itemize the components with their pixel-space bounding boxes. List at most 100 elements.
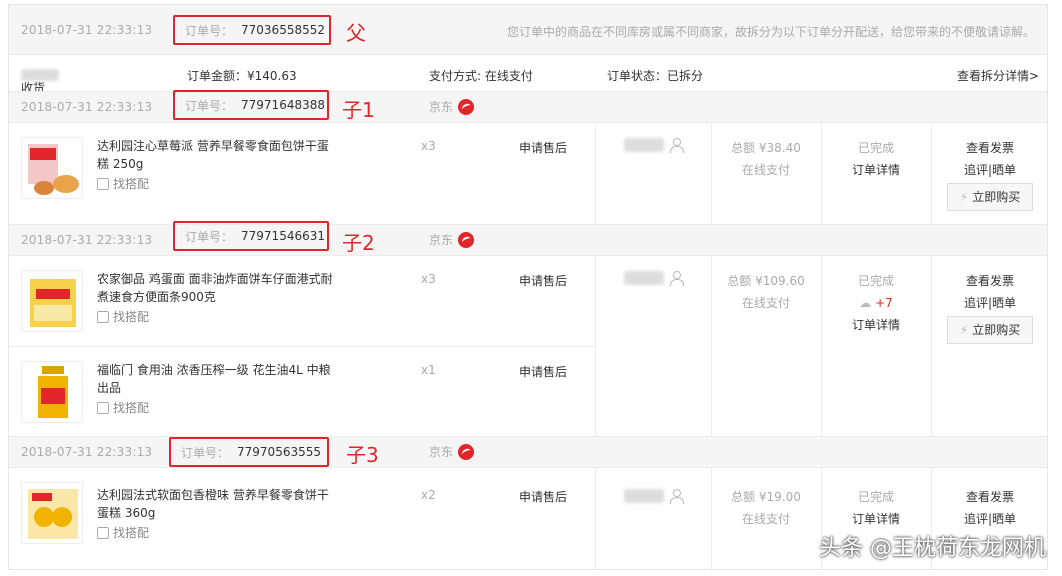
order-number[interactable]: 77970563555 — [237, 445, 321, 459]
watermark: 头条 @王枕荷东龙网机 — [819, 536, 1046, 561]
product-name[interactable]: 福临门 食用油 浓香压榨一级 花生油4L 中粮出品 — [97, 361, 337, 397]
logistics-badge[interactable]: ☁ +7 — [823, 292, 929, 314]
quantity: x2 — [421, 488, 436, 502]
divider — [711, 123, 712, 224]
order-number-label: 订单号： — [185, 98, 234, 113]
divider — [595, 468, 596, 570]
order-date: 2018-07-31 22:33:13 — [21, 23, 153, 37]
review-link[interactable]: 追评|晒单 — [933, 292, 1047, 314]
quantity: x3 — [421, 139, 436, 153]
shop-jd[interactable]: 京东 — [429, 443, 475, 460]
order-number-box: 订单号： 77036558552 — [173, 15, 331, 45]
product-name[interactable]: 达利园法式软面包香橙味 营养早餐零食饼干蛋糕 360g — [97, 486, 337, 522]
match-icon — [97, 310, 109, 323]
total-column: 总额 ¥19.00 在线支付 — [713, 486, 819, 530]
order-state: 已完成 — [857, 274, 894, 288]
split-notice: 您订单中的商品在不同库房或属不同商家，故拆分为以下订单分开配送，给您带来的不便敬… — [506, 25, 1035, 39]
parent-order-info: 收货人： 订单金额：¥140.63 支付方式: 在线支付 订单状态：已拆分 查看… — [9, 55, 1047, 112]
sub-order-header: 2018-07-31 22:33:13 订单号： 77971648388 子1 京… — [9, 90, 1047, 123]
order-number-box: 订单号： 77971546631 — [173, 221, 329, 251]
order-number[interactable]: 77036558552 — [241, 23, 325, 37]
match-icon — [97, 526, 109, 539]
order-number-box: 订单号： 77971648388 — [173, 90, 329, 120]
product-image[interactable] — [21, 361, 83, 423]
pay-method: 在线支付 — [741, 512, 790, 526]
product-name[interactable]: 农家御品 鸡蛋面 面非油炸面饼车仔面港式耐煮速食方便面条900克 — [97, 270, 337, 306]
shop-jd[interactable]: 京东 — [429, 98, 475, 115]
view-invoice-link[interactable]: 查看发票 — [933, 137, 1047, 159]
view-split-details-link[interactable]: 查看拆分详情> — [957, 67, 1039, 84]
consignee — [597, 133, 709, 155]
match-icon — [97, 401, 109, 414]
action-column: 查看发票 追评|晒单 — [933, 486, 1047, 530]
divider — [821, 256, 822, 437]
divider — [931, 123, 932, 224]
match-icon — [97, 177, 109, 190]
state-column: 已完成 ☁ +7 订单详情 — [823, 270, 929, 336]
after-sale-link[interactable]: 申请售后 — [519, 488, 567, 505]
user-icon — [670, 488, 684, 504]
order-detail-link[interactable]: 订单详情 — [823, 159, 929, 181]
order-number-label: 订单号： — [181, 445, 230, 460]
jd-logo-icon — [458, 98, 475, 115]
annotation-tag: 子3 — [346, 443, 379, 467]
order-number-label: 订单号： — [185, 23, 234, 38]
order-date: 2018-07-31 22:33:13 — [21, 233, 153, 247]
order-group: 农家御品 鸡蛋面 面非油炸面饼车仔面港式耐煮速食方便面条900克 找搭配 x3 … — [9, 256, 1047, 437]
buy-again-button[interactable]: ⚡ 立即购买 — [947, 316, 1033, 344]
find-match-link[interactable]: 找搭配 — [97, 175, 149, 192]
sub-order-header: 2018-07-31 22:33:13 订单号： 77971546631 子2 京… — [9, 221, 1047, 256]
sub-order-header: 2018-07-31 22:33:13 订单号： 77970563555 子3 京… — [9, 436, 1047, 468]
after-sale-link[interactable]: 申请售后 — [519, 363, 567, 380]
order-status: 订单状态：已拆分 — [607, 69, 704, 83]
review-link[interactable]: 追评|晒单 — [933, 159, 1047, 181]
view-invoice-link[interactable]: 查看发票 — [933, 270, 1047, 292]
user-icon — [670, 270, 684, 286]
divider — [821, 123, 822, 224]
user-icon — [670, 137, 684, 153]
order-state: 已完成 — [857, 141, 894, 155]
after-sale-link[interactable]: 申请售后 — [519, 272, 567, 289]
total-column: 总额 ¥38.40 在线支付 — [713, 137, 819, 181]
jd-logo-icon — [458, 231, 475, 248]
find-match-link[interactable]: 找搭配 — [97, 399, 149, 416]
find-match-link[interactable]: 找搭配 — [97, 524, 149, 541]
consignee — [597, 484, 709, 506]
total-amount: 总额 ¥109.60 — [727, 274, 805, 288]
jd-logo-icon — [458, 443, 475, 460]
product-image[interactable] — [21, 482, 83, 544]
review-link[interactable]: 追评|晒单 — [933, 508, 1047, 530]
state-column: 已完成 订单详情 — [823, 137, 929, 181]
divider — [595, 123, 596, 224]
order-amount: 订单金额：¥140.63 — [187, 69, 297, 83]
action-column: 查看发票 追评|晒单 ⚡ 立即购买 — [933, 137, 1047, 211]
product-image[interactable] — [21, 137, 83, 199]
after-sale-link[interactable]: 申请售后 — [519, 139, 567, 156]
product-name[interactable]: 达利园注心草莓派 营养早餐零食面包饼干蛋糕 250g — [97, 137, 337, 173]
divider — [931, 256, 932, 437]
order-number[interactable]: 77971546631 — [241, 229, 325, 243]
product-image[interactable] — [21, 270, 83, 332]
order-date: 2018-07-31 22:33:13 — [21, 100, 153, 114]
receiver: 收货人： — [21, 67, 59, 112]
find-match-link[interactable]: 找搭配 — [97, 308, 149, 325]
view-invoice-link[interactable]: 查看发票 — [933, 486, 1047, 508]
order-detail-link[interactable]: 订单详情 — [823, 314, 929, 336]
consignee — [597, 266, 709, 288]
buy-again-button[interactable]: ⚡ 立即购买 — [947, 183, 1033, 211]
shop-jd[interactable]: 京东 — [429, 231, 475, 248]
order-detail-link[interactable]: 订单详情 — [823, 508, 929, 530]
plus-count: +7 — [875, 296, 893, 310]
receiver-name-blurred — [21, 68, 59, 81]
lightning-icon: ⚡ — [959, 323, 969, 337]
consignee-blurred — [624, 270, 664, 285]
quantity: x3 — [421, 272, 436, 286]
order-list: 2018-07-31 22:33:13 订单号： 77036558552 父 您订… — [8, 4, 1048, 570]
order-number[interactable]: 77971648388 — [241, 98, 325, 112]
divider — [711, 468, 712, 570]
order-item-row: 福临门 食用油 浓香压榨一级 花生油4L 中粮出品 找搭配 x1 申请售后 — [9, 347, 595, 437]
order-state: 已完成 — [857, 490, 894, 504]
total-amount: 总额 ¥19.00 — [731, 490, 801, 504]
total-column: 总额 ¥109.60 在线支付 — [713, 270, 819, 314]
annotation-tag: 子1 — [342, 98, 375, 122]
